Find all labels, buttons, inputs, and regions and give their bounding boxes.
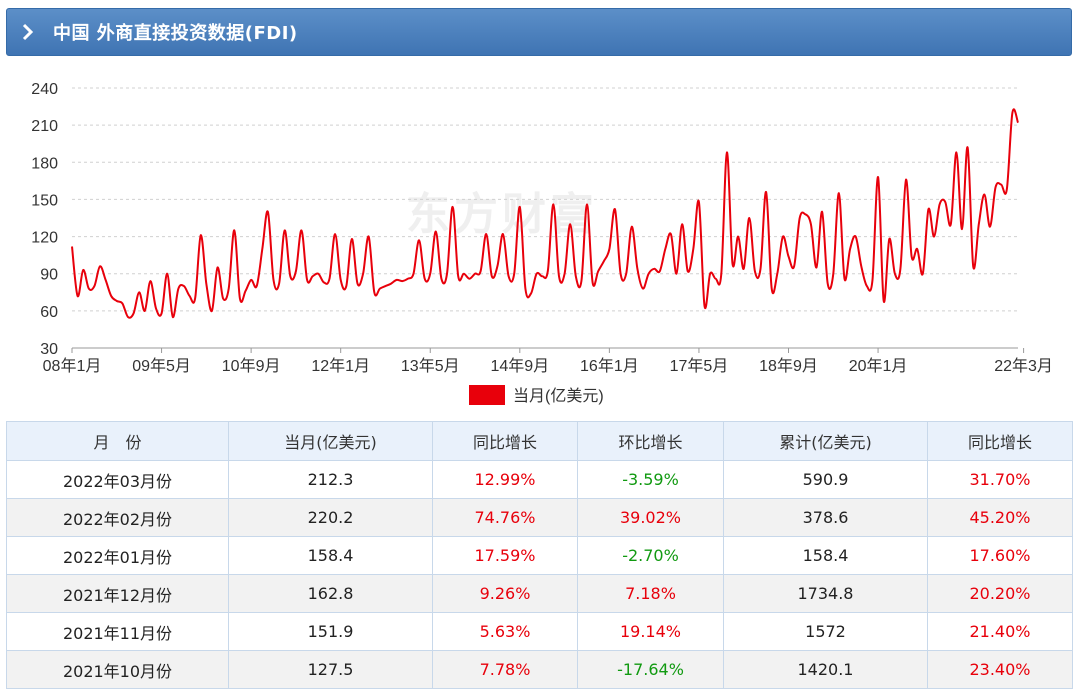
cell-current: 220.2 <box>228 498 433 537</box>
fdi-line-chart: 东方财富 30 60 90 120 150 180 210 240 08年1月 09年5月 10年9… <box>6 58 1072 420</box>
cell-yoy: 17.59% <box>432 536 578 575</box>
series-line-current-month <box>71 108 1019 319</box>
cell-current: 212.3 <box>228 460 433 499</box>
cell-mom: -3.59% <box>577 460 724 499</box>
cell-mom: 39.02% <box>577 498 724 537</box>
cell-month: 2022年01月份 <box>6 536 229 575</box>
legend-label: 当月(亿美元) <box>513 387 604 405</box>
cell-month: 2022年03月份 <box>6 460 229 499</box>
x-tick-label: 10年9月 <box>222 357 281 375</box>
x-tick-label: 09年5月 <box>132 357 191 375</box>
cell-cumulative: 378.6 <box>723 498 928 537</box>
y-tick-label: 210 <box>31 118 58 135</box>
cell-current: 151.9 <box>228 612 433 651</box>
cell-mom: 7.18% <box>577 574 724 613</box>
cell-current: 162.8 <box>228 574 433 613</box>
x-tick-label: 13年5月 <box>401 357 460 375</box>
cell-current: 158.4 <box>228 536 433 575</box>
col-header-yoy: 同比增长 <box>432 421 578 461</box>
x-tick-label: 08年1月 <box>43 357 102 375</box>
col-header-current: 当月(亿美元) <box>228 421 433 461</box>
col-header-cumulative: 累计(亿美元) <box>723 421 928 461</box>
y-tick-label: 30 <box>40 341 58 358</box>
cell-yoy: 7.78% <box>432 650 578 689</box>
x-tick-label: 18年9月 <box>759 357 818 375</box>
chart-svg: 30 60 90 120 150 180 210 240 08年1月 09年5月 10年9月 12年1… <box>31 81 1053 405</box>
cell-current: 127.5 <box>228 650 433 689</box>
y-tick-label: 150 <box>31 192 58 209</box>
fdi-table: 月 份 当月(亿美元) 同比增长 环比增长 累计(亿美元) 同比增长 2022年… <box>6 421 1073 689</box>
y-tick-label: 120 <box>31 230 58 247</box>
cell-yoy: 12.99% <box>432 460 578 499</box>
cell-cumulative: 1420.1 <box>723 650 928 689</box>
cell-cum-yoy: 21.40% <box>927 612 1073 651</box>
legend-swatch <box>469 385 505 405</box>
y-tick-label: 60 <box>40 304 58 321</box>
x-tick-label: 14年9月 <box>490 357 549 375</box>
panel-title: 中国 外商直接投资数据(FDI) <box>53 23 298 44</box>
cell-cumulative: 1734.8 <box>723 574 928 613</box>
col-header-cum-yoy: 同比增长 <box>927 421 1073 461</box>
y-tick-label: 180 <box>31 155 58 172</box>
cell-mom: -17.64% <box>577 650 724 689</box>
cell-cum-yoy: 17.60% <box>927 536 1073 575</box>
x-tick-label: 12年1月 <box>311 357 370 375</box>
cell-yoy: 9.26% <box>432 574 578 613</box>
cell-month: 2021年12月份 <box>6 574 229 613</box>
cell-yoy: 74.76% <box>432 498 578 537</box>
y-tick-label: 90 <box>40 267 58 284</box>
x-tick-label: 16年1月 <box>580 357 639 375</box>
cell-cumulative: 590.9 <box>723 460 928 499</box>
panel-header: 中国 外商直接投资数据(FDI) <box>6 8 1072 56</box>
cell-cum-yoy: 31.70% <box>927 460 1073 499</box>
x-tick-label: 22年3月 <box>994 357 1053 375</box>
col-header-mom: 环比增长 <box>577 421 724 461</box>
table-header-row: 月 份 当月(亿美元) 同比增长 环比增长 累计(亿美元) 同比增长 <box>6 421 1073 461</box>
cell-month: 2021年10月份 <box>6 650 229 689</box>
cell-yoy: 5.63% <box>432 612 578 651</box>
cell-cumulative: 1572 <box>723 612 928 651</box>
y-tick-label: 240 <box>31 81 58 98</box>
cell-mom: -2.70% <box>577 536 724 575</box>
x-tick-label: 17年5月 <box>670 357 729 375</box>
cell-mom: 19.14% <box>577 612 724 651</box>
chevron-right-icon[interactable] <box>21 23 53 41</box>
cell-cum-yoy: 23.40% <box>927 650 1073 689</box>
cell-cum-yoy: 45.20% <box>927 498 1073 537</box>
table-row: 2022年03月份 212.3 12.99% -3.59% 590.9 31.70% <box>6 460 1073 499</box>
table-row: 2021年11月份 151.9 5.63% 19.14% 1572 21.40% <box>6 612 1073 651</box>
table-row: 2022年02月份 220.2 74.76% 39.02% 378.6 45.20% <box>6 498 1073 537</box>
cell-cum-yoy: 20.20% <box>927 574 1073 613</box>
x-tick-label: 20年1月 <box>849 357 908 375</box>
table-row: 2021年10月份 127.5 7.78% -17.64% 1420.1 23.40% <box>6 650 1073 689</box>
table-row: 2021年12月份 162.8 9.26% 7.18% 1734.8 20.20% <box>6 574 1073 613</box>
cell-month: 2022年02月份 <box>6 498 229 537</box>
cell-month: 2021年11月份 <box>6 612 229 651</box>
table-row: 2022年01月份 158.4 17.59% -2.70% 158.4 17.60% <box>6 536 1073 575</box>
col-header-month: 月 份 <box>6 421 229 461</box>
cell-cumulative: 158.4 <box>723 536 928 575</box>
